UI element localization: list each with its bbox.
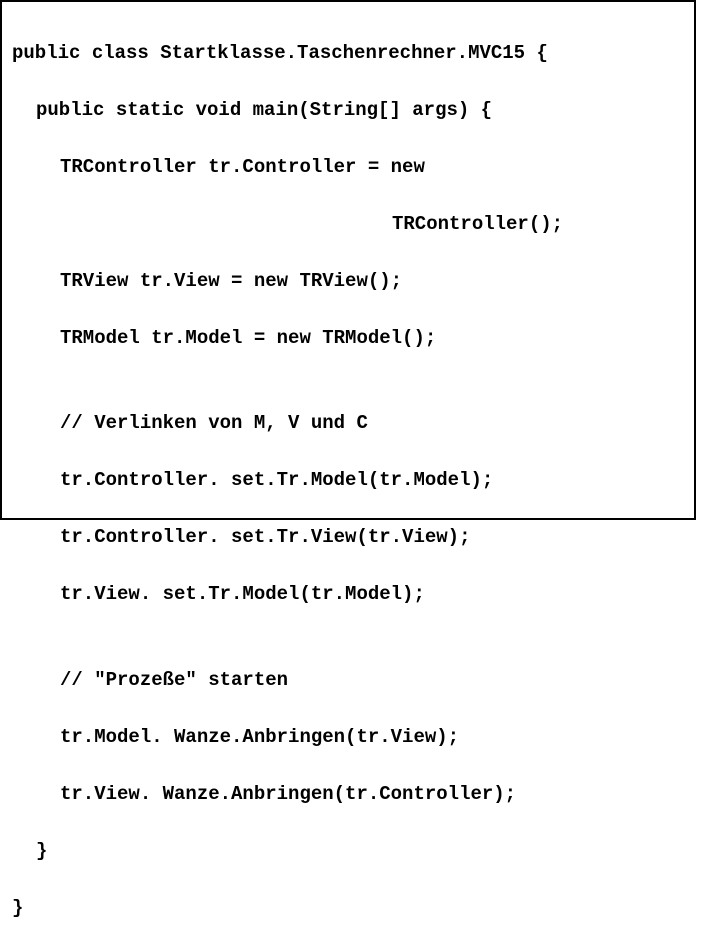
- code-block: public class Startklasse.Taschenrechner.…: [0, 0, 696, 520]
- code-line: tr.View. Wanze.Anbringen(tr.Controller);: [12, 780, 684, 809]
- code-line: tr.Model. Wanze.Anbringen(tr.View);: [12, 723, 684, 752]
- code-line: TRModel tr.Model = new TRModel();: [12, 324, 684, 353]
- code-line: tr.Controller. set.Tr.Model(tr.Model);: [12, 466, 684, 495]
- code-line: }: [12, 894, 684, 923]
- code-line: TRController tr.Controller = new: [12, 153, 684, 182]
- code-line: tr.View. set.Tr.Model(tr.Model);: [12, 580, 684, 609]
- code-line: // "Prozeße" starten: [12, 666, 684, 695]
- code-line: TRController();: [12, 210, 684, 239]
- code-line: // Verlinken von M, V und C: [12, 409, 684, 438]
- code-line: TRView tr.View = new TRView();: [12, 267, 684, 296]
- code-line: }: [12, 837, 684, 866]
- code-line: tr.Controller. set.Tr.View(tr.View);: [12, 523, 684, 552]
- code-line: public class Startklasse.Taschenrechner.…: [12, 39, 684, 68]
- code-line: public static void main(String[] args) {: [12, 96, 684, 125]
